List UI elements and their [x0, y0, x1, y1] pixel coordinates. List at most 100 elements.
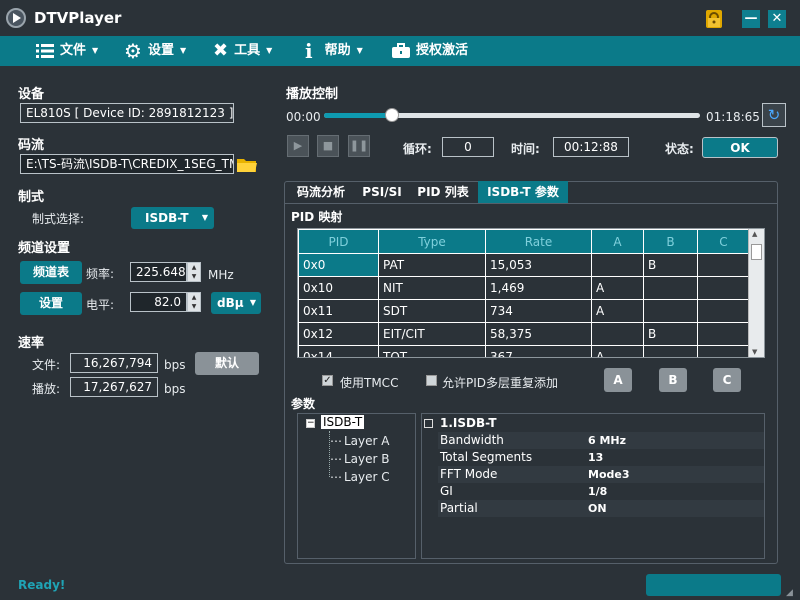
folder-icon[interactable] [236, 157, 258, 176]
tab-psi-si[interactable]: PSI/SI [356, 181, 408, 203]
tree-layer-b[interactable]: ⋯ Layer B [330, 452, 390, 466]
pause-icon: ❚❚ [349, 139, 369, 152]
channel-set-button[interactable]: 设置 [20, 292, 82, 315]
property-row[interactable]: Total Segments 13 [438, 449, 764, 466]
tmcc-checkbox[interactable]: ✓ [322, 375, 333, 386]
multi-layer-checkbox[interactable] [426, 375, 437, 386]
table-cell[interactable] [697, 345, 750, 357]
level-stepper[interactable]: ▲ ▼ [187, 292, 201, 312]
property-row[interactable]: FFT Mode Mode3 [438, 466, 764, 483]
table-cell[interactable] [643, 276, 698, 300]
progress-thumb[interactable] [384, 108, 399, 122]
table-cell[interactable]: 0x11 [298, 299, 379, 323]
play-button[interactable]: ▶ [287, 135, 309, 157]
group-collapse-icon[interactable] [424, 419, 433, 428]
table-cell[interactable] [697, 253, 750, 277]
stop-button[interactable]: ■ [317, 135, 339, 157]
column-header[interactable]: Type [378, 229, 486, 254]
menu-tools[interactable]: ✖ 工具 ▼ [213, 36, 272, 66]
menu-file[interactable]: 文件 ▼ [36, 36, 98, 66]
resize-grip-icon[interactable]: ◢ [786, 588, 793, 598]
params-heading: 参数 [291, 397, 316, 411]
table-cell[interactable] [643, 299, 698, 323]
table-cell[interactable]: SDT [378, 299, 486, 323]
table-cell[interactable] [697, 299, 750, 323]
freq-input[interactable]: 225.648 [130, 262, 187, 282]
table-cell[interactable]: 734 [485, 299, 592, 323]
default-button[interactable]: 默认 [195, 352, 259, 375]
tab-isdbt-params[interactable]: ISDB-T 参数 [478, 181, 568, 203]
table-cell[interactable]: PAT [378, 253, 486, 277]
table-cell[interactable]: B [643, 322, 698, 346]
menu-help[interactable]: i 帮助 ▼ [305, 36, 363, 66]
table-cell[interactable]: 0x12 [298, 322, 379, 346]
loop-input[interactable]: 0 [442, 137, 494, 157]
table-cell[interactable]: 367 [485, 345, 592, 357]
tree-layer-a[interactable]: ⋯ Layer A [330, 434, 389, 448]
tree-root[interactable]: ISDB-T [321, 415, 365, 429]
table-row[interactable]: 0x12 EIT/CIT 58,375 B [298, 322, 750, 346]
property-row[interactable]: GI 1/8 [438, 483, 764, 500]
channel-table-button[interactable]: 频道表 [20, 261, 82, 284]
table-cell[interactable] [591, 322, 644, 346]
column-header[interactable]: B [643, 229, 698, 254]
table-cell[interactable]: 1,469 [485, 276, 592, 300]
lock-icon[interactable] [706, 10, 722, 28]
table-cell[interactable]: NIT [378, 276, 486, 300]
standard-select[interactable]: ISDB-T ▼ [131, 207, 214, 229]
minimize-button[interactable]: — [742, 10, 760, 28]
freq-stepper[interactable]: ▲ ▼ [187, 262, 201, 282]
table-cell[interactable]: 0x10 [298, 276, 379, 300]
table-cell[interactable]: A [591, 299, 644, 323]
table-row[interactable]: 0x10 NIT 1,469 A [298, 276, 750, 300]
table-cell[interactable]: TOT [378, 345, 486, 357]
level-unit-select[interactable]: dBμ ▼ [211, 292, 261, 314]
table-cell[interactable]: 0x14 [298, 345, 379, 357]
property-key: Partial [440, 501, 478, 515]
pid-table-scrollbar[interactable]: ▲ ▼ [748, 229, 764, 357]
menu-bar: 文件 ▼ ⚙ 设置 ▼ ✖ 工具 ▼ i 帮助 ▼ 授权激活 [0, 36, 800, 66]
table-cell[interactable] [643, 345, 698, 357]
menu-license[interactable]: 授权激活 [392, 36, 468, 66]
scroll-up-icon[interactable]: ▲ [752, 230, 757, 238]
layer-b-button[interactable]: B [659, 368, 687, 392]
tab-pid-list[interactable]: PID 列表 [410, 181, 476, 203]
table-cell[interactable]: 15,053 [485, 253, 592, 277]
pause-button[interactable]: ❚❚ [348, 135, 370, 157]
table-cell[interactable]: B [643, 253, 698, 277]
scroll-thumb[interactable] [751, 244, 762, 260]
table-cell[interactable]: A [591, 276, 644, 300]
column-header[interactable]: PID [298, 229, 379, 254]
progress-slider[interactable] [324, 108, 700, 122]
table-row[interactable]: 0x0 PAT 15,053 B [298, 253, 750, 277]
layer-a-button[interactable]: A [604, 368, 632, 392]
stop-icon: ■ [322, 139, 334, 152]
menu-settings[interactable]: ⚙ 设置 ▼ [124, 36, 186, 66]
table-cell[interactable]: A [591, 345, 644, 357]
table-row[interactable]: 0x11 SDT 734 A [298, 299, 750, 323]
table-cell[interactable]: 58,375 [485, 322, 592, 346]
level-input[interactable]: 82.0 [130, 292, 187, 312]
scroll-down-icon[interactable]: ▼ [752, 348, 757, 356]
tab-stream-analysis[interactable]: 码流分析 [288, 181, 354, 203]
time-value: 00:12:88 [553, 137, 629, 157]
table-cell[interactable] [591, 253, 644, 277]
tree-layer-c[interactable]: ⋯ Layer C [330, 470, 390, 484]
tab-divider [285, 203, 777, 204]
table-cell[interactable]: EIT/CIT [378, 322, 486, 346]
stream-path-field[interactable]: E:\TS-码流\ISDB-T\CREDIX_1SEG_TM [20, 154, 234, 174]
property-row[interactable]: Partial ON [438, 500, 764, 517]
refresh-button[interactable]: ↻ [762, 103, 786, 127]
table-cell[interactable]: 0x0 [298, 253, 379, 277]
table-cell[interactable] [697, 276, 750, 300]
close-button[interactable]: ✕ [768, 10, 786, 28]
property-row[interactable]: Bandwidth 6 MHz [438, 432, 764, 449]
column-header[interactable]: C [697, 229, 750, 254]
table-cell[interactable] [697, 322, 750, 346]
table-row[interactable]: 0x14 TOT 367 A [298, 345, 750, 357]
column-header[interactable]: A [591, 229, 644, 254]
collapse-icon[interactable]: − [306, 419, 315, 428]
pid-table[interactable]: PID Type Rate A B C 0x0 PAT 15,053 B 0x1… [297, 228, 765, 358]
layer-c-button[interactable]: C [713, 368, 741, 392]
column-header[interactable]: Rate [485, 229, 592, 254]
